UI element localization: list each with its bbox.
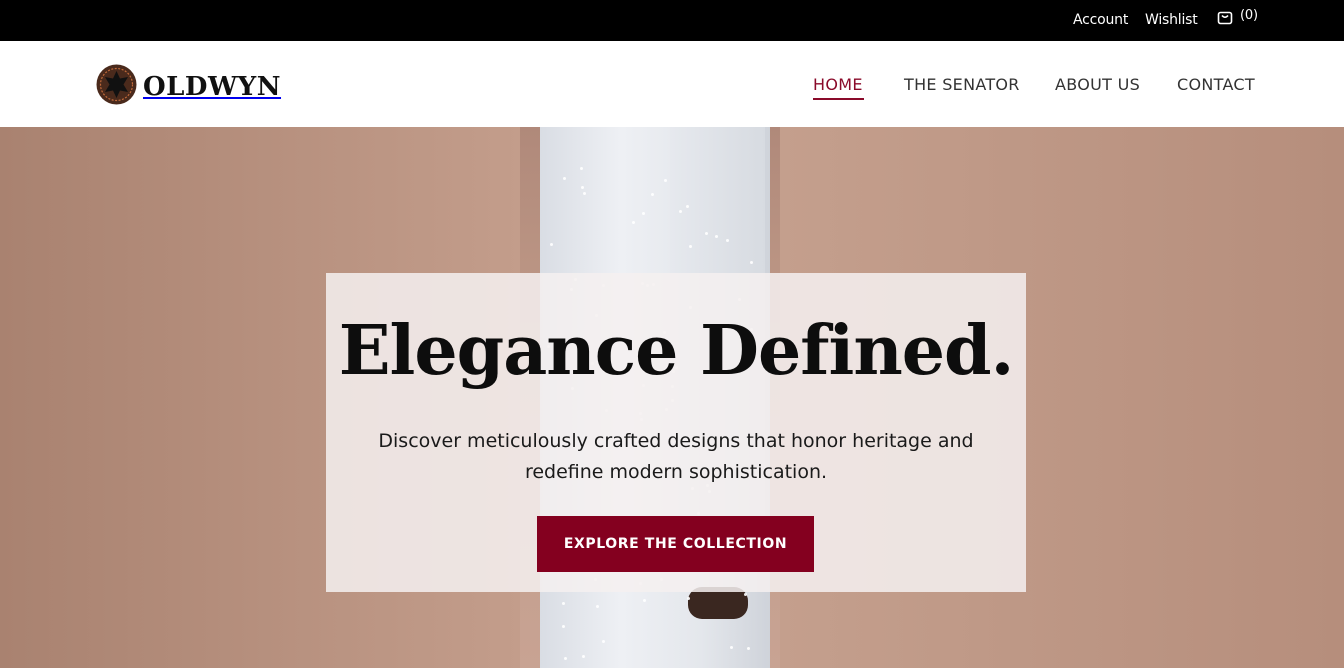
hero-card: Elegance Defined. Discover meticulously … <box>326 273 1026 592</box>
nav-item-contact[interactable]: CONTACT <box>1177 75 1255 94</box>
shopping-bag-icon <box>1216 8 1234 30</box>
nav-item-the-senator[interactable]: THE SENATOR <box>904 75 1020 94</box>
cart-count: (0) <box>1240 8 1258 23</box>
nav-item-about-us[interactable]: ABOUT US <box>1055 75 1140 94</box>
sparkle-dot <box>581 654 585 658</box>
sparkle-dot <box>729 646 733 650</box>
sparkle-dot <box>581 185 585 189</box>
brand-emblem-icon <box>96 64 137 110</box>
explore-collection-button[interactable]: EXPLORE THE COLLECTION <box>537 516 814 572</box>
sparkle-dot <box>582 191 586 195</box>
cart-link[interactable]: (0) <box>1216 8 1258 30</box>
hero-title: Elegance Defined. <box>338 311 1015 391</box>
nav-item-home[interactable]: HOME <box>813 75 863 94</box>
top-utility-bar: Account Wishlist (0) <box>0 0 1344 41</box>
sparkle-dot <box>679 209 683 213</box>
brand-name: OLDWYN <box>143 72 282 102</box>
hero-subtitle: Discover meticulously crafted designs th… <box>378 430 974 483</box>
hero-section: Elegance Defined. Discover meticulously … <box>0 127 1344 668</box>
wishlist-link[interactable]: Wishlist <box>1145 12 1198 28</box>
nav-active-indicator <box>813 98 864 100</box>
sparkle-dot <box>561 602 565 606</box>
sparkle-dot <box>643 598 647 602</box>
sparkle-dot <box>631 220 635 224</box>
sparkle-dot <box>714 234 718 238</box>
account-link[interactable]: Account <box>1073 12 1128 28</box>
main-header: OLDWYN HOME THE SENATOR ABOUT US CONTACT <box>0 41 1344 127</box>
sparkle-dot <box>651 192 655 196</box>
sparkle-dot <box>641 211 645 215</box>
brand-logo[interactable]: OLDWYN <box>96 64 281 110</box>
sparkle-dot <box>746 647 750 651</box>
